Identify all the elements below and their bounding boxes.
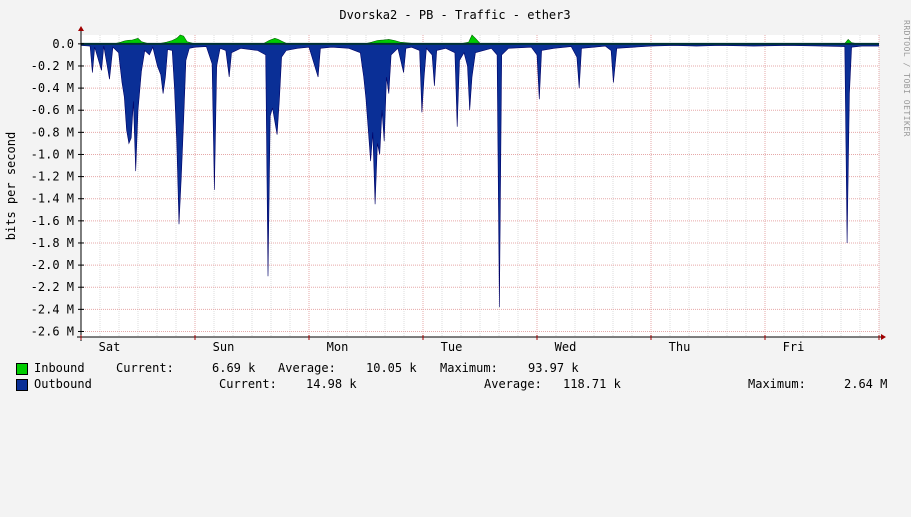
- y-tick-label: -0.4 M: [31, 81, 74, 95]
- y-tick-label: -2.0 M: [31, 258, 74, 272]
- legend-inbound-maximum-value: 93.97 k: [528, 361, 579, 375]
- x-tick-label: Wed: [555, 340, 577, 354]
- legend-outbound-current-label: Current:: [219, 377, 277, 391]
- y-tick-label: -1.2 M: [31, 170, 74, 184]
- x-tick-label: Sun: [213, 340, 235, 354]
- legend-outbound-current-value: 14.98 k: [306, 377, 357, 391]
- y-tick-label: -1.8 M: [31, 236, 74, 250]
- x-tick-label: Thu: [669, 340, 691, 354]
- legend-outbound: Outbound Current: 14.98 k Average: 118.7…: [16, 377, 896, 393]
- graph-frame: Dvorska2 - PB - Traffic - ether3 bits pe…: [0, 0, 911, 400]
- y-tick-label: 0.0: [52, 37, 74, 51]
- y-tick-label: -0.8 M: [31, 125, 74, 139]
- legend-inbound-current-label: Current:: [116, 361, 174, 375]
- legend-outbound-maximum-label: Maximum:: [748, 377, 806, 391]
- legend-inbound-average-label: Average:: [278, 361, 336, 375]
- y-ticks: 0.0 -0.2 M -0.4 M -0.6 M -0.8 M -1.0 M -1.2 M -…: [31, 37, 84, 338]
- x-axis-arrow: [881, 334, 886, 340]
- y-tick-label: -2.4 M: [31, 302, 74, 316]
- y-tick-label: -2.6 M: [31, 324, 74, 338]
- y-axis-arrow: [78, 26, 84, 31]
- legend-inbound-current-value: 6.69 k: [212, 361, 256, 375]
- legend-inbound-name: Inbound: [34, 361, 85, 375]
- y-tick-label: -1.6 M: [31, 214, 74, 228]
- legend-outbound-average-value: 118.71 k: [563, 377, 621, 391]
- rrdtool-watermark: RRDTOOL / TOBI OETIKER: [902, 20, 911, 137]
- x-tick-label: Tue: [441, 340, 463, 354]
- x-tick-label: Fri: [783, 340, 805, 354]
- y-tick-label: -1.0 M: [31, 147, 74, 161]
- legend-inbound-maximum-label: Maximum:: [440, 361, 498, 375]
- traffic-chart: Dvorska2 - PB - Traffic - ether3 bits pe…: [4, 8, 886, 354]
- x-tick-label: Sat: [99, 340, 121, 354]
- y-tick-label: -0.6 M: [31, 103, 74, 117]
- legend-inbound: Inbound Current: 6.69 k Average: 10.05 k…: [16, 361, 896, 377]
- x-ticks: Sat Sun Mon Tue Wed Thu Fri: [80, 335, 880, 354]
- legend-inbound-average-value: 10.05 k: [366, 361, 417, 375]
- legend-outbound-average-label: Average:: [484, 377, 542, 391]
- chart-title: Dvorska2 - PB - Traffic - ether3: [339, 8, 570, 22]
- legend-outbound-maximum-value: 2.64 M: [844, 377, 888, 391]
- y-tick-label: -1.4 M: [31, 192, 74, 206]
- inbound-swatch: [16, 363, 28, 375]
- legend-outbound-name: Outbound: [34, 377, 92, 391]
- y-axis-label: bits per second: [4, 132, 18, 240]
- y-tick-label: -0.2 M: [31, 59, 74, 73]
- outbound-swatch: [16, 379, 28, 391]
- y-tick-label: -2.2 M: [31, 280, 74, 294]
- x-tick-label: Mon: [327, 340, 349, 354]
